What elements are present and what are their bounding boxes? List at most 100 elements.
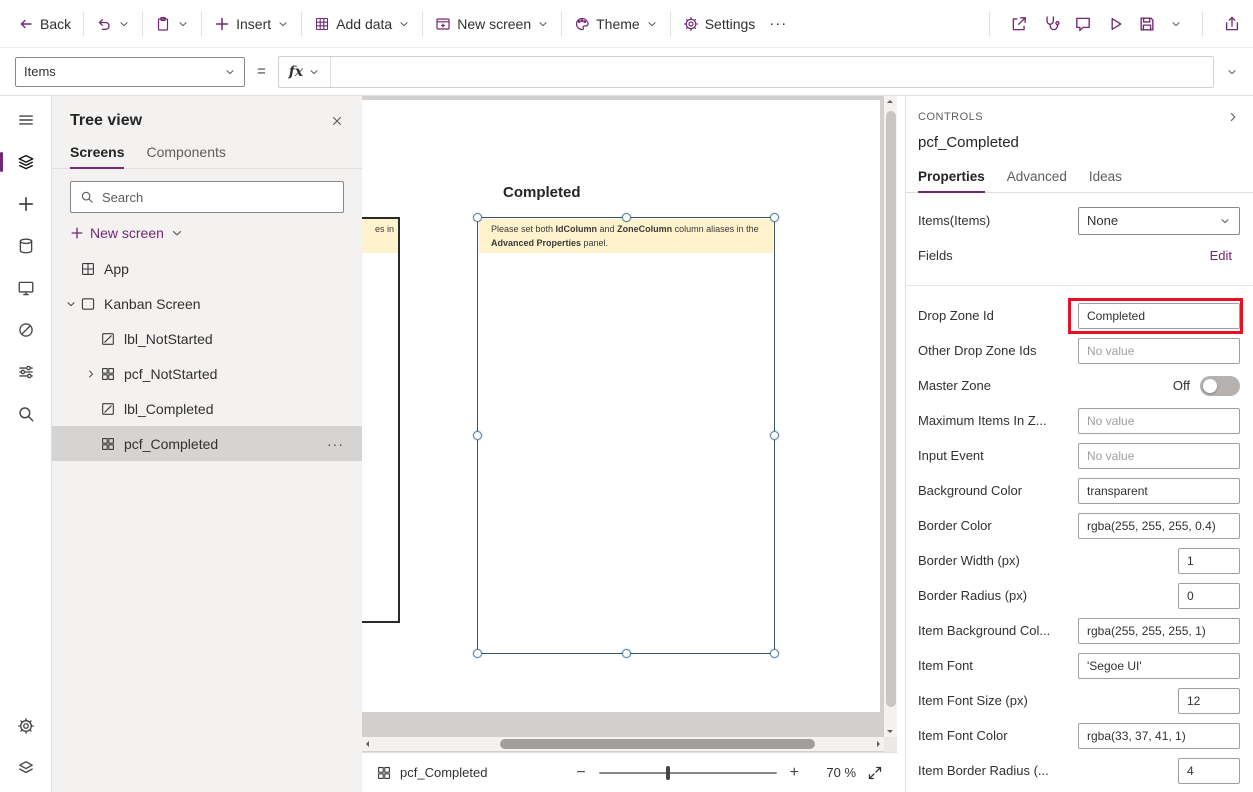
scroll-left-arrow[interactable] [366, 741, 369, 747]
settings-button[interactable]: Settings [677, 12, 762, 36]
zoom-slider-handle[interactable] [666, 766, 670, 780]
fields-edit-link[interactable]: Edit [1210, 248, 1240, 263]
add-data-button[interactable]: Add data [308, 12, 416, 36]
publish-icon[interactable] [1223, 15, 1241, 33]
selection-handle[interactable] [473, 649, 482, 658]
chevron-down-icon[interactable] [118, 18, 130, 30]
horizontal-scrollbar[interactable] [362, 737, 884, 751]
selection-handle[interactable] [622, 213, 631, 222]
share-icon[interactable] [1010, 15, 1028, 33]
border-radius-px-input[interactable]: 0 [1178, 583, 1240, 609]
selection-handle[interactable] [770, 213, 779, 222]
preview-app-icon[interactable] [1106, 15, 1124, 33]
power-automate-icon[interactable] [10, 314, 42, 346]
canvas-area[interactable]: Completed es in Please set both IdColumn… [362, 96, 897, 752]
background-color-input[interactable]: transparent [1078, 478, 1240, 504]
tree-item-lbl_completed[interactable]: lbl_Completed [52, 391, 362, 426]
save-icon[interactable] [1138, 15, 1156, 33]
scroll-right-arrow[interactable] [877, 741, 880, 747]
scroll-up-arrow[interactable] [887, 100, 893, 103]
item-border-radius-input[interactable]: 4 [1178, 758, 1240, 784]
warning-banner-fragment: es in [375, 224, 394, 234]
zoom-slider[interactable] [599, 772, 777, 774]
fit-to-window-icon[interactable] [867, 765, 883, 781]
item-font-color-input[interactable]: rgba(33, 37, 41, 1) [1078, 723, 1240, 749]
close-icon[interactable] [330, 114, 344, 128]
tab-screens[interactable]: Screens [70, 138, 124, 168]
media-icon[interactable] [10, 272, 42, 304]
toolbar-divider [201, 12, 202, 36]
undo-button[interactable] [90, 12, 136, 36]
tree-item-kanban-screen[interactable]: Kanban Screen [52, 286, 362, 321]
scroll-down-arrow[interactable] [887, 730, 893, 733]
item-font-input[interactable]: 'Segoe UI' [1078, 653, 1240, 679]
more-commands-button[interactable]: ··· [761, 15, 795, 32]
insert-label: Insert [236, 16, 271, 32]
app-checker-icon[interactable] [1042, 15, 1060, 33]
tree-item-app[interactable]: App [52, 251, 362, 286]
comments-icon[interactable] [1074, 15, 1092, 33]
search-box[interactable] [70, 181, 344, 213]
pcf-notstarted-control[interactable]: es in [362, 217, 400, 623]
search-input[interactable] [102, 190, 334, 205]
tab-components[interactable]: Components [146, 138, 225, 168]
tree-view-icon[interactable] [10, 146, 42, 178]
tree-item-pcf_notstarted[interactable]: pcf_NotStarted [52, 356, 362, 391]
tree-item-lbl_notstarted[interactable]: lbl_NotStarted [52, 321, 362, 356]
paste-button[interactable] [149, 12, 195, 36]
item-font-size-px-input[interactable]: 12 [1178, 688, 1240, 714]
drop-zone-id-input[interactable]: Completed [1078, 303, 1240, 329]
fx-button[interactable]: fx [279, 57, 330, 87]
tree-item-pcf_completed[interactable]: pcf_Completed··· [52, 426, 362, 461]
chevron-down-icon[interactable] [1170, 18, 1182, 30]
scrollbar-thumb[interactable] [500, 739, 815, 749]
add-data-icon [314, 16, 330, 32]
new-screen-toolbar-button[interactable]: New screen [429, 12, 555, 36]
border-width-px-input[interactable]: 1 [1178, 548, 1240, 574]
advanced-tools-icon[interactable] [10, 752, 42, 784]
pcf-completed-control[interactable]: Please set both IdColumn and ZoneColumn … [477, 217, 775, 654]
tab-properties[interactable]: Properties [918, 163, 985, 192]
items-items-dropdown[interactable]: None [1078, 207, 1240, 235]
canvas-screen[interactable]: Completed es in Please set both IdColumn… [362, 100, 880, 712]
selection-handle[interactable] [622, 649, 631, 658]
input-event-input[interactable]: No value [1078, 443, 1240, 469]
formula-input[interactable] [331, 57, 1213, 87]
chevron-down-icon [398, 18, 410, 30]
chevron-right-icon[interactable] [85, 368, 97, 380]
theme-button[interactable]: Theme [568, 12, 664, 36]
data-icon[interactable] [10, 230, 42, 262]
new-screen-button[interactable]: New screen [52, 213, 362, 251]
tab-ideas[interactable]: Ideas [1089, 163, 1122, 192]
tab-advanced[interactable]: Advanced [1007, 163, 1067, 192]
expand-formula-bar-icon[interactable] [1226, 66, 1238, 78]
more-options-button[interactable]: ··· [327, 436, 352, 452]
maximum-items-in-z-input[interactable]: No value [1078, 408, 1240, 434]
chevron-down-icon[interactable] [65, 298, 77, 310]
menu-icon[interactable] [10, 104, 42, 136]
variables-icon[interactable] [10, 356, 42, 388]
master-zone-toggle[interactable] [1200, 376, 1240, 396]
search-icon[interactable] [10, 398, 42, 430]
chevron-down-icon[interactable] [177, 18, 189, 30]
selection-handle[interactable] [473, 431, 482, 440]
chevron-down-icon[interactable] [170, 226, 184, 240]
other-drop-zone-ids-input[interactable]: No value [1078, 338, 1240, 364]
toolbar-right-group [983, 12, 1241, 36]
item-background-col-input[interactable]: rgba(255, 255, 255, 1) [1078, 618, 1240, 644]
property-label: Item Border Radius (... [918, 763, 1178, 778]
selection-handle[interactable] [473, 213, 482, 222]
insert-icon[interactable] [10, 188, 42, 220]
insert-button[interactable]: Insert [208, 12, 295, 36]
border-color-input[interactable]: rgba(255, 255, 255, 0.4) [1078, 513, 1240, 539]
property-selector-dropdown[interactable]: Items [15, 57, 245, 87]
zoom-out-button[interactable]: − [574, 764, 587, 782]
collapse-panel-icon[interactable] [1226, 110, 1240, 124]
vertical-scrollbar[interactable] [884, 96, 897, 737]
selection-handle[interactable] [770, 431, 779, 440]
settings-icon[interactable] [10, 710, 42, 742]
scrollbar-thumb[interactable] [886, 111, 896, 707]
selection-handle[interactable] [770, 649, 779, 658]
zoom-in-button[interactable]: + [788, 764, 801, 782]
back-button[interactable]: Back [12, 12, 77, 36]
